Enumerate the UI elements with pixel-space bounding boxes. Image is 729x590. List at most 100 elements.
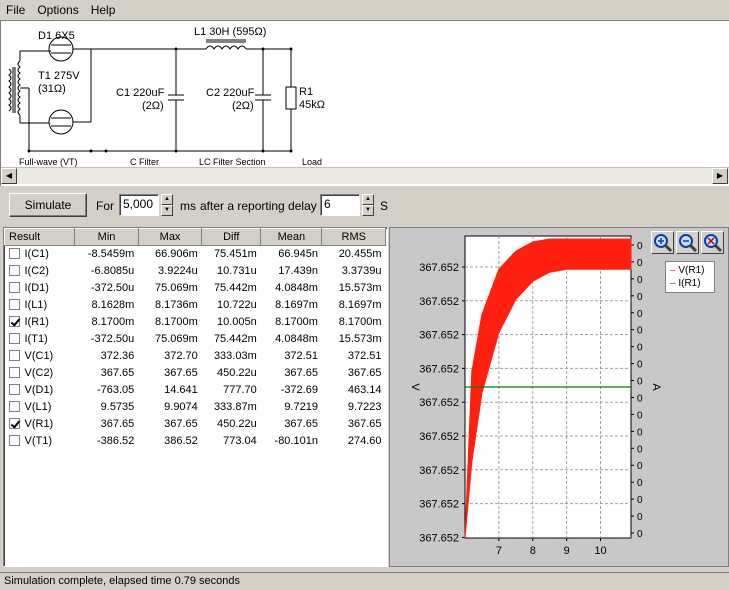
cell-min: 367.65 — [100, 418, 135, 430]
table-row[interactable]: I(C2) -6.8085u 3.9224u 10.731u 17.439n 3.3739… — [5, 263, 386, 280]
result-name-cell: I(T1) — [5, 331, 75, 348]
col-mean[interactable]: Mean — [260, 228, 323, 246]
results-table: Result Min Max Diff Mean RMS I(C1) -8.545… — [3, 227, 388, 567]
cell-mean: 8.1700m — [275, 316, 318, 328]
result-checkbox[interactable] — [8, 265, 20, 276]
table-row[interactable]: V(D1) -763.05 14.641 777.70 -372.69 463.14 — [5, 382, 386, 399]
result-label: I(T1) — [24, 333, 48, 345]
table-row[interactable]: I(C1) -8.5459m 66.906m 75.451m 66.945n 20.455… — [5, 246, 386, 263]
col-max[interactable]: Max — [137, 228, 203, 246]
spin-down-icon[interactable]: ▼ — [362, 205, 374, 216]
status-bar: Simulation complete, elapsed time 0.79 s… — [0, 572, 729, 590]
cell-diff: 75.442m — [213, 333, 257, 345]
cell-rms: 367.65 — [347, 367, 382, 379]
spin-up-icon[interactable]: ▲ — [362, 194, 374, 205]
delay-spinner[interactable]: ▲ ▼ — [362, 194, 374, 216]
result-checkbox[interactable] — [8, 333, 20, 344]
result-label: V(D1) — [24, 384, 54, 396]
scroll-right-button[interactable]: ▶ — [712, 168, 728, 184]
x-tick-label: 10 — [594, 545, 606, 557]
for-label: For — [96, 199, 114, 213]
section-lc-filter: LC Filter Section — [199, 157, 266, 167]
table-row[interactable]: V(R1) 367.65 367.65 450.22u 367.65 367.65 — [5, 416, 386, 433]
label-r1: R1 — [299, 86, 313, 98]
duration-spinner[interactable]: ▲ ▼ — [161, 194, 173, 216]
cell-min: 367.65 — [100, 367, 135, 379]
result-label: V(C1) — [24, 350, 54, 362]
result-name-cell: I(D1) — [5, 280, 75, 297]
result-name-cell: I(L1) — [5, 297, 75, 314]
y-tick-label: 367.652 — [419, 431, 459, 443]
y2-tick-label: 0 — [637, 393, 643, 404]
cell-diff: 75.451m — [213, 248, 257, 261]
cell-diff: 450.22u — [216, 367, 257, 379]
cell-diff: 10.005n — [216, 316, 257, 328]
scroll-left-button[interactable]: ◀ — [1, 168, 17, 184]
cell-min: 8.1628m — [91, 299, 135, 311]
col-rms[interactable]: RMS — [321, 228, 386, 246]
result-name-cell: I(C2) — [5, 263, 75, 280]
cell-max: 75.069m — [154, 333, 198, 345]
table-row[interactable]: I(D1) -372.50u 75.069m 75.442m 4.0848m 15.573… — [5, 280, 386, 297]
menu-options[interactable]: Options — [37, 3, 78, 17]
cell-min: -763.05 — [96, 384, 135, 396]
cell-diff: 75.442m — [213, 282, 257, 294]
cell-max: 372.70 — [164, 350, 198, 362]
table-row[interactable]: V(C2) 367.65 367.65 450.22u 367.65 367.65 — [5, 365, 386, 382]
table-row[interactable]: V(L1) 9.5735 9.9074 333.87m 9.7219 9.7223 — [5, 399, 386, 416]
result-checkbox[interactable] — [8, 316, 20, 327]
result-checkbox[interactable] — [8, 384, 20, 395]
result-checkbox[interactable] — [8, 367, 20, 378]
y2-tick-label: 0 — [637, 410, 643, 421]
y2-tick-label: 0 — [637, 241, 643, 252]
cell-diff: 450.22u — [216, 418, 257, 430]
result-label: V(T1) — [24, 435, 53, 447]
y2-tick-label: 0 — [637, 427, 643, 438]
cell-mean: 9.7219 — [284, 401, 318, 413]
cell-min: -372.50u — [90, 282, 135, 294]
col-result[interactable]: Result — [4, 228, 76, 246]
s-label: S — [380, 199, 389, 213]
table-row[interactable]: V(C1) 372.36 372.70 333.03m 372.51 372.51 — [5, 348, 386, 365]
label-c2-esr: (2Ω) — [232, 100, 254, 112]
menu-file[interactable]: File — [6, 3, 25, 17]
result-checkbox[interactable] — [8, 350, 20, 361]
cell-min: -8.5459m — [87, 248, 135, 261]
y2-axis-label: A — [650, 383, 662, 391]
result-label: I(C2) — [24, 265, 49, 277]
simulate-button[interactable]: Simulate — [9, 193, 87, 217]
spin-up-icon[interactable]: ▲ — [161, 194, 173, 205]
table-row[interactable]: V(T1) -386.52 386.52 773.04 -80.101n 274.60 — [5, 433, 386, 450]
result-checkbox[interactable] — [8, 282, 20, 293]
result-name-cell: V(D1) — [5, 382, 75, 399]
result-name-cell: I(C1) — [5, 246, 75, 263]
table-row[interactable]: I(L1) 8.1628m 8.1736m 10.722u 8.1697m 8.1697m — [5, 297, 386, 314]
label-c1: C1 220uF — [116, 87, 165, 99]
label-t1-resistance: (31Ω) — [38, 83, 66, 95]
spin-down-icon[interactable]: ▼ — [161, 205, 173, 216]
col-diff[interactable]: Diff — [201, 228, 262, 246]
y2-tick-label: 0 — [637, 377, 643, 388]
x-tick-label: 8 — [530, 545, 536, 557]
delay-input[interactable]: 6 — [320, 194, 360, 216]
col-min[interactable]: Min — [74, 228, 139, 246]
y2-tick-label: 0 — [637, 309, 643, 320]
y2-tick-label: 0 — [637, 512, 643, 523]
cell-mean: 4.0848m — [275, 333, 318, 345]
y-tick-label: 367.652 — [419, 499, 459, 511]
cell-diff: 333.03m — [213, 350, 257, 362]
result-checkbox[interactable] — [8, 418, 20, 429]
result-checkbox[interactable] — [8, 248, 20, 260]
menu-help[interactable]: Help — [91, 3, 116, 17]
y2-tick-label: 0 — [637, 461, 643, 472]
circuit-diagram: D1 6X5 T1 275V (31Ω) L1 30H (595Ω) C1 22… — [8, 26, 325, 167]
table-row[interactable]: I(T1) -372.50u 75.069m 75.442m 4.0848m 15.573… — [5, 331, 386, 348]
cell-max: 75.069m — [154, 282, 198, 294]
table-row[interactable]: I(R1) 8.1700m 8.1700m 10.005n 8.1700m 8.1700m — [5, 314, 386, 331]
result-checkbox[interactable] — [8, 299, 20, 310]
result-checkbox[interactable] — [8, 401, 20, 412]
schematic-scrollbar[interactable]: ◀ ▶ — [1, 167, 729, 184]
result-checkbox[interactable] — [8, 435, 20, 446]
duration-input[interactable]: 5,000 — [119, 194, 159, 216]
cell-max: 9.9074 — [164, 401, 198, 413]
